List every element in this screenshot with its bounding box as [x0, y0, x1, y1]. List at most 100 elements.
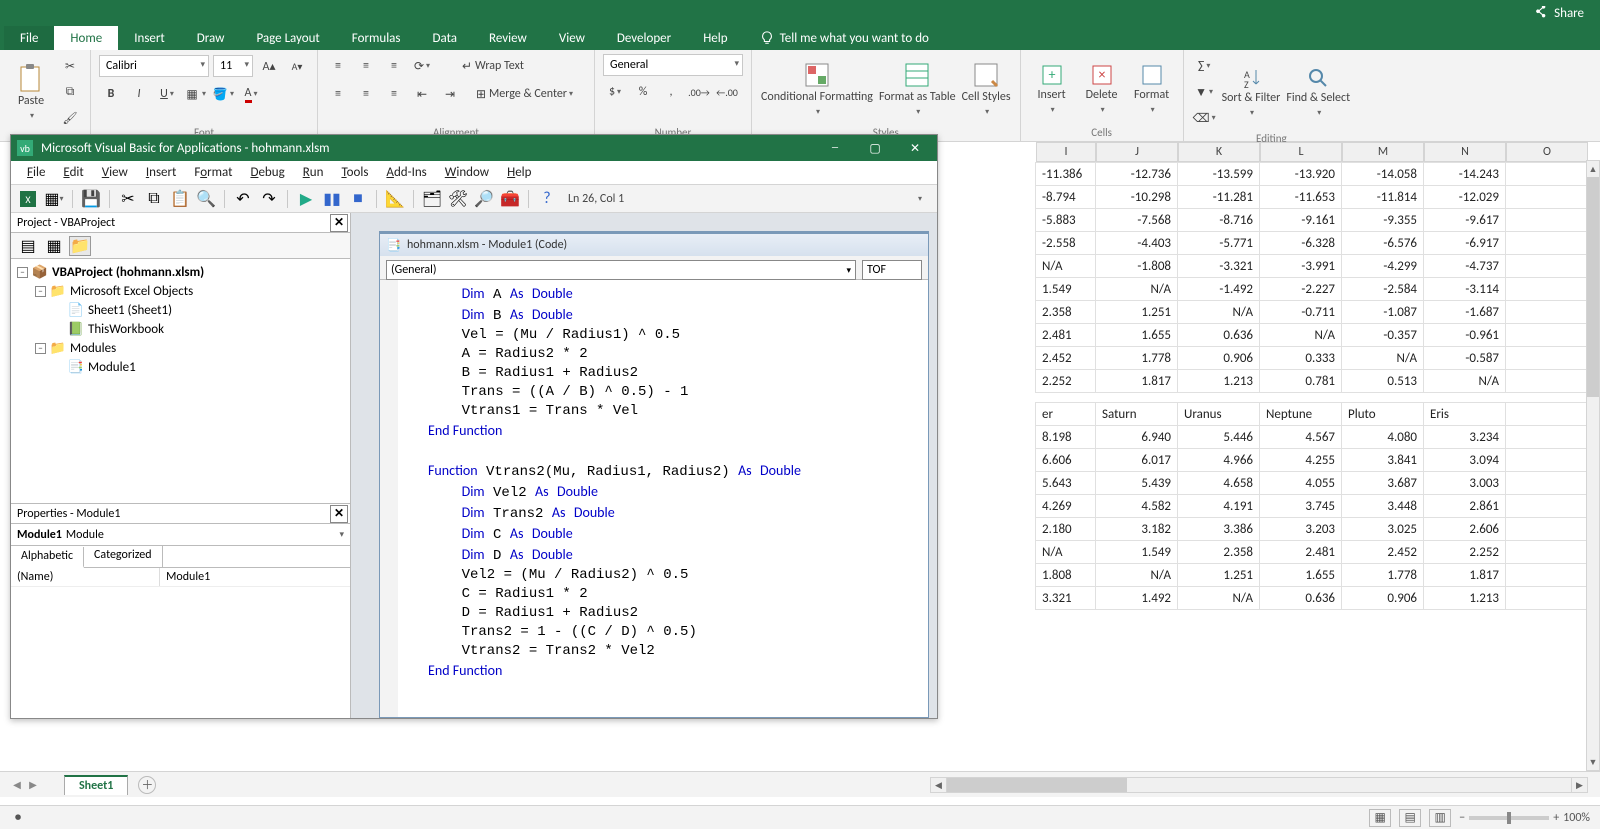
tab-file[interactable]: File	[4, 26, 54, 50]
cell[interactable]	[1506, 232, 1588, 255]
cell[interactable]: -3.114	[1424, 278, 1506, 301]
tab-review[interactable]: Review	[473, 26, 543, 50]
borders-button[interactable]: ▦▾	[183, 82, 207, 106]
tree-sheet1[interactable]: Sheet1 (Sheet1)	[88, 303, 172, 318]
cell[interactable]: -7.568	[1096, 209, 1178, 232]
cell[interactable]: -6.576	[1342, 232, 1424, 255]
cell[interactable]: N/A	[1036, 541, 1096, 564]
tab-draw[interactable]: Draw	[181, 26, 241, 50]
cell[interactable]	[1506, 301, 1588, 324]
cell[interactable]: 4.191	[1178, 495, 1260, 518]
cell[interactable]: 1.213	[1178, 370, 1260, 393]
cell[interactable]: -1.687	[1424, 301, 1506, 324]
cell[interactable]: 5.446	[1178, 426, 1260, 449]
cell[interactable]: 0.781	[1260, 370, 1342, 393]
cell[interactable]: 1.808	[1036, 564, 1096, 587]
cell[interactable]: 2.452	[1036, 347, 1096, 370]
cell[interactable]: 5.643	[1036, 472, 1096, 495]
cell[interactable]: -6.328	[1260, 232, 1342, 255]
tab-home[interactable]: Home	[54, 26, 118, 50]
vbe-properties-button[interactable]: 🛠	[447, 188, 469, 210]
cell[interactable]	[1506, 278, 1588, 301]
cell[interactable]: 2.252	[1424, 541, 1506, 564]
cell[interactable]	[1506, 324, 1588, 347]
cell[interactable]: -9.161	[1260, 209, 1342, 232]
tab-page-layout[interactable]: Page Layout	[240, 26, 335, 50]
zoom-out-button[interactable]: −	[1459, 811, 1465, 825]
cell[interactable]	[1506, 255, 1588, 278]
code-object-dropdown[interactable]: (General)▾	[386, 260, 856, 280]
number-format-select[interactable]	[603, 54, 743, 76]
cell[interactable]: 1.778	[1342, 564, 1424, 587]
cell[interactable]: -0.961	[1424, 324, 1506, 347]
vbe-object-browser-button[interactable]: 🔎	[473, 188, 495, 210]
merge-center-button[interactable]: ⊞Merge & Center▾	[466, 82, 586, 106]
scroll-left-button[interactable]: ◀	[931, 778, 947, 792]
cell[interactable]: 3.003	[1424, 472, 1506, 495]
cell[interactable]: -11.814	[1342, 186, 1424, 209]
align-bottom-button[interactable]: ≡	[382, 54, 406, 78]
cell[interactable]: -9.355	[1342, 209, 1424, 232]
cell[interactable]	[1506, 518, 1588, 541]
sheet-nav-prev[interactable]: ◀	[10, 778, 24, 792]
cell[interactable]: Eris	[1424, 403, 1506, 426]
tab-formulas[interactable]: Formulas	[336, 26, 417, 50]
code-procedure-dropdown[interactable]: TOF	[862, 260, 922, 280]
cell[interactable]: 1.655	[1096, 324, 1178, 347]
cell[interactable]: 3.203	[1260, 518, 1342, 541]
fill-color-button[interactable]: 🪣▾	[211, 82, 235, 106]
cell[interactable]: 3.094	[1424, 449, 1506, 472]
cell[interactable]: Saturn	[1096, 403, 1178, 426]
cell[interactable]	[1506, 163, 1588, 186]
vbe-break-button[interactable]: ▮▮	[321, 188, 343, 210]
cell[interactable]: N/A	[1424, 370, 1506, 393]
cell[interactable]	[1506, 564, 1588, 587]
code-window-title[interactable]: 📑 hohmann.xlsm - Module1 (Code)	[380, 234, 928, 256]
comma-button[interactable]: ,	[659, 80, 683, 104]
cell[interactable]: -12.029	[1424, 186, 1506, 209]
cell[interactable]: N/A	[1178, 301, 1260, 324]
font-grow-button[interactable]: A▴	[257, 54, 281, 78]
view-object-button[interactable]: ▦	[43, 236, 65, 256]
cell[interactable]: 2.861	[1424, 495, 1506, 518]
cell[interactable]: 2.452	[1342, 541, 1424, 564]
column-header[interactable]: K	[1178, 142, 1260, 162]
vbe-design-mode-button[interactable]: 📐	[384, 188, 406, 210]
cell[interactable]: -4.299	[1342, 255, 1424, 278]
cell[interactable]: -3.321	[1178, 255, 1260, 278]
expand-toggle[interactable]: −	[35, 286, 46, 297]
orientation-button[interactable]: ⟳▾	[410, 54, 434, 78]
macro-record-icon[interactable]: ⏺	[10, 810, 26, 826]
cell[interactable]: -14.058	[1342, 163, 1424, 186]
format-painter-button[interactable]: 🖌	[58, 106, 82, 130]
vertical-scrollbar[interactable]: ▲ ▼	[1586, 160, 1600, 771]
decimal-increase-button[interactable]: .00→	[687, 80, 711, 104]
cell[interactable]: -4.737	[1424, 255, 1506, 278]
font-color-button[interactable]: A▾	[239, 82, 263, 106]
vbe-menu-insert[interactable]: Insert	[138, 163, 185, 182]
column-header[interactable]: J	[1096, 142, 1178, 162]
align-middle-button[interactable]: ≡	[354, 54, 378, 78]
italic-button[interactable]: I	[127, 82, 151, 106]
align-center-button[interactable]: ≡	[354, 82, 378, 106]
cell[interactable]: -11.281	[1178, 186, 1260, 209]
cell[interactable]: 3.234	[1424, 426, 1506, 449]
vbe-help-button[interactable]: ?	[536, 188, 558, 210]
cell[interactable]: -1.808	[1096, 255, 1178, 278]
cell[interactable]: 3.687	[1342, 472, 1424, 495]
align-top-button[interactable]: ≡	[326, 54, 350, 78]
cell[interactable]: 1.213	[1424, 587, 1506, 610]
cell[interactable]: 1.549	[1036, 278, 1096, 301]
align-left-button[interactable]: ≡	[326, 82, 350, 106]
cell[interactable]: 1.817	[1096, 370, 1178, 393]
cell[interactable]	[1506, 449, 1588, 472]
cell[interactable]: 0.513	[1342, 370, 1424, 393]
cell[interactable]: -13.599	[1178, 163, 1260, 186]
cell[interactable]: 6.017	[1096, 449, 1178, 472]
cell[interactable]: N/A	[1260, 324, 1342, 347]
cell[interactable]: -0.357	[1342, 324, 1424, 347]
vbe-menu-window[interactable]: Window	[437, 163, 497, 182]
copy-button[interactable]: ⧉	[58, 80, 82, 104]
cell[interactable]: -6.917	[1424, 232, 1506, 255]
cell[interactable]: 1.549	[1096, 541, 1178, 564]
